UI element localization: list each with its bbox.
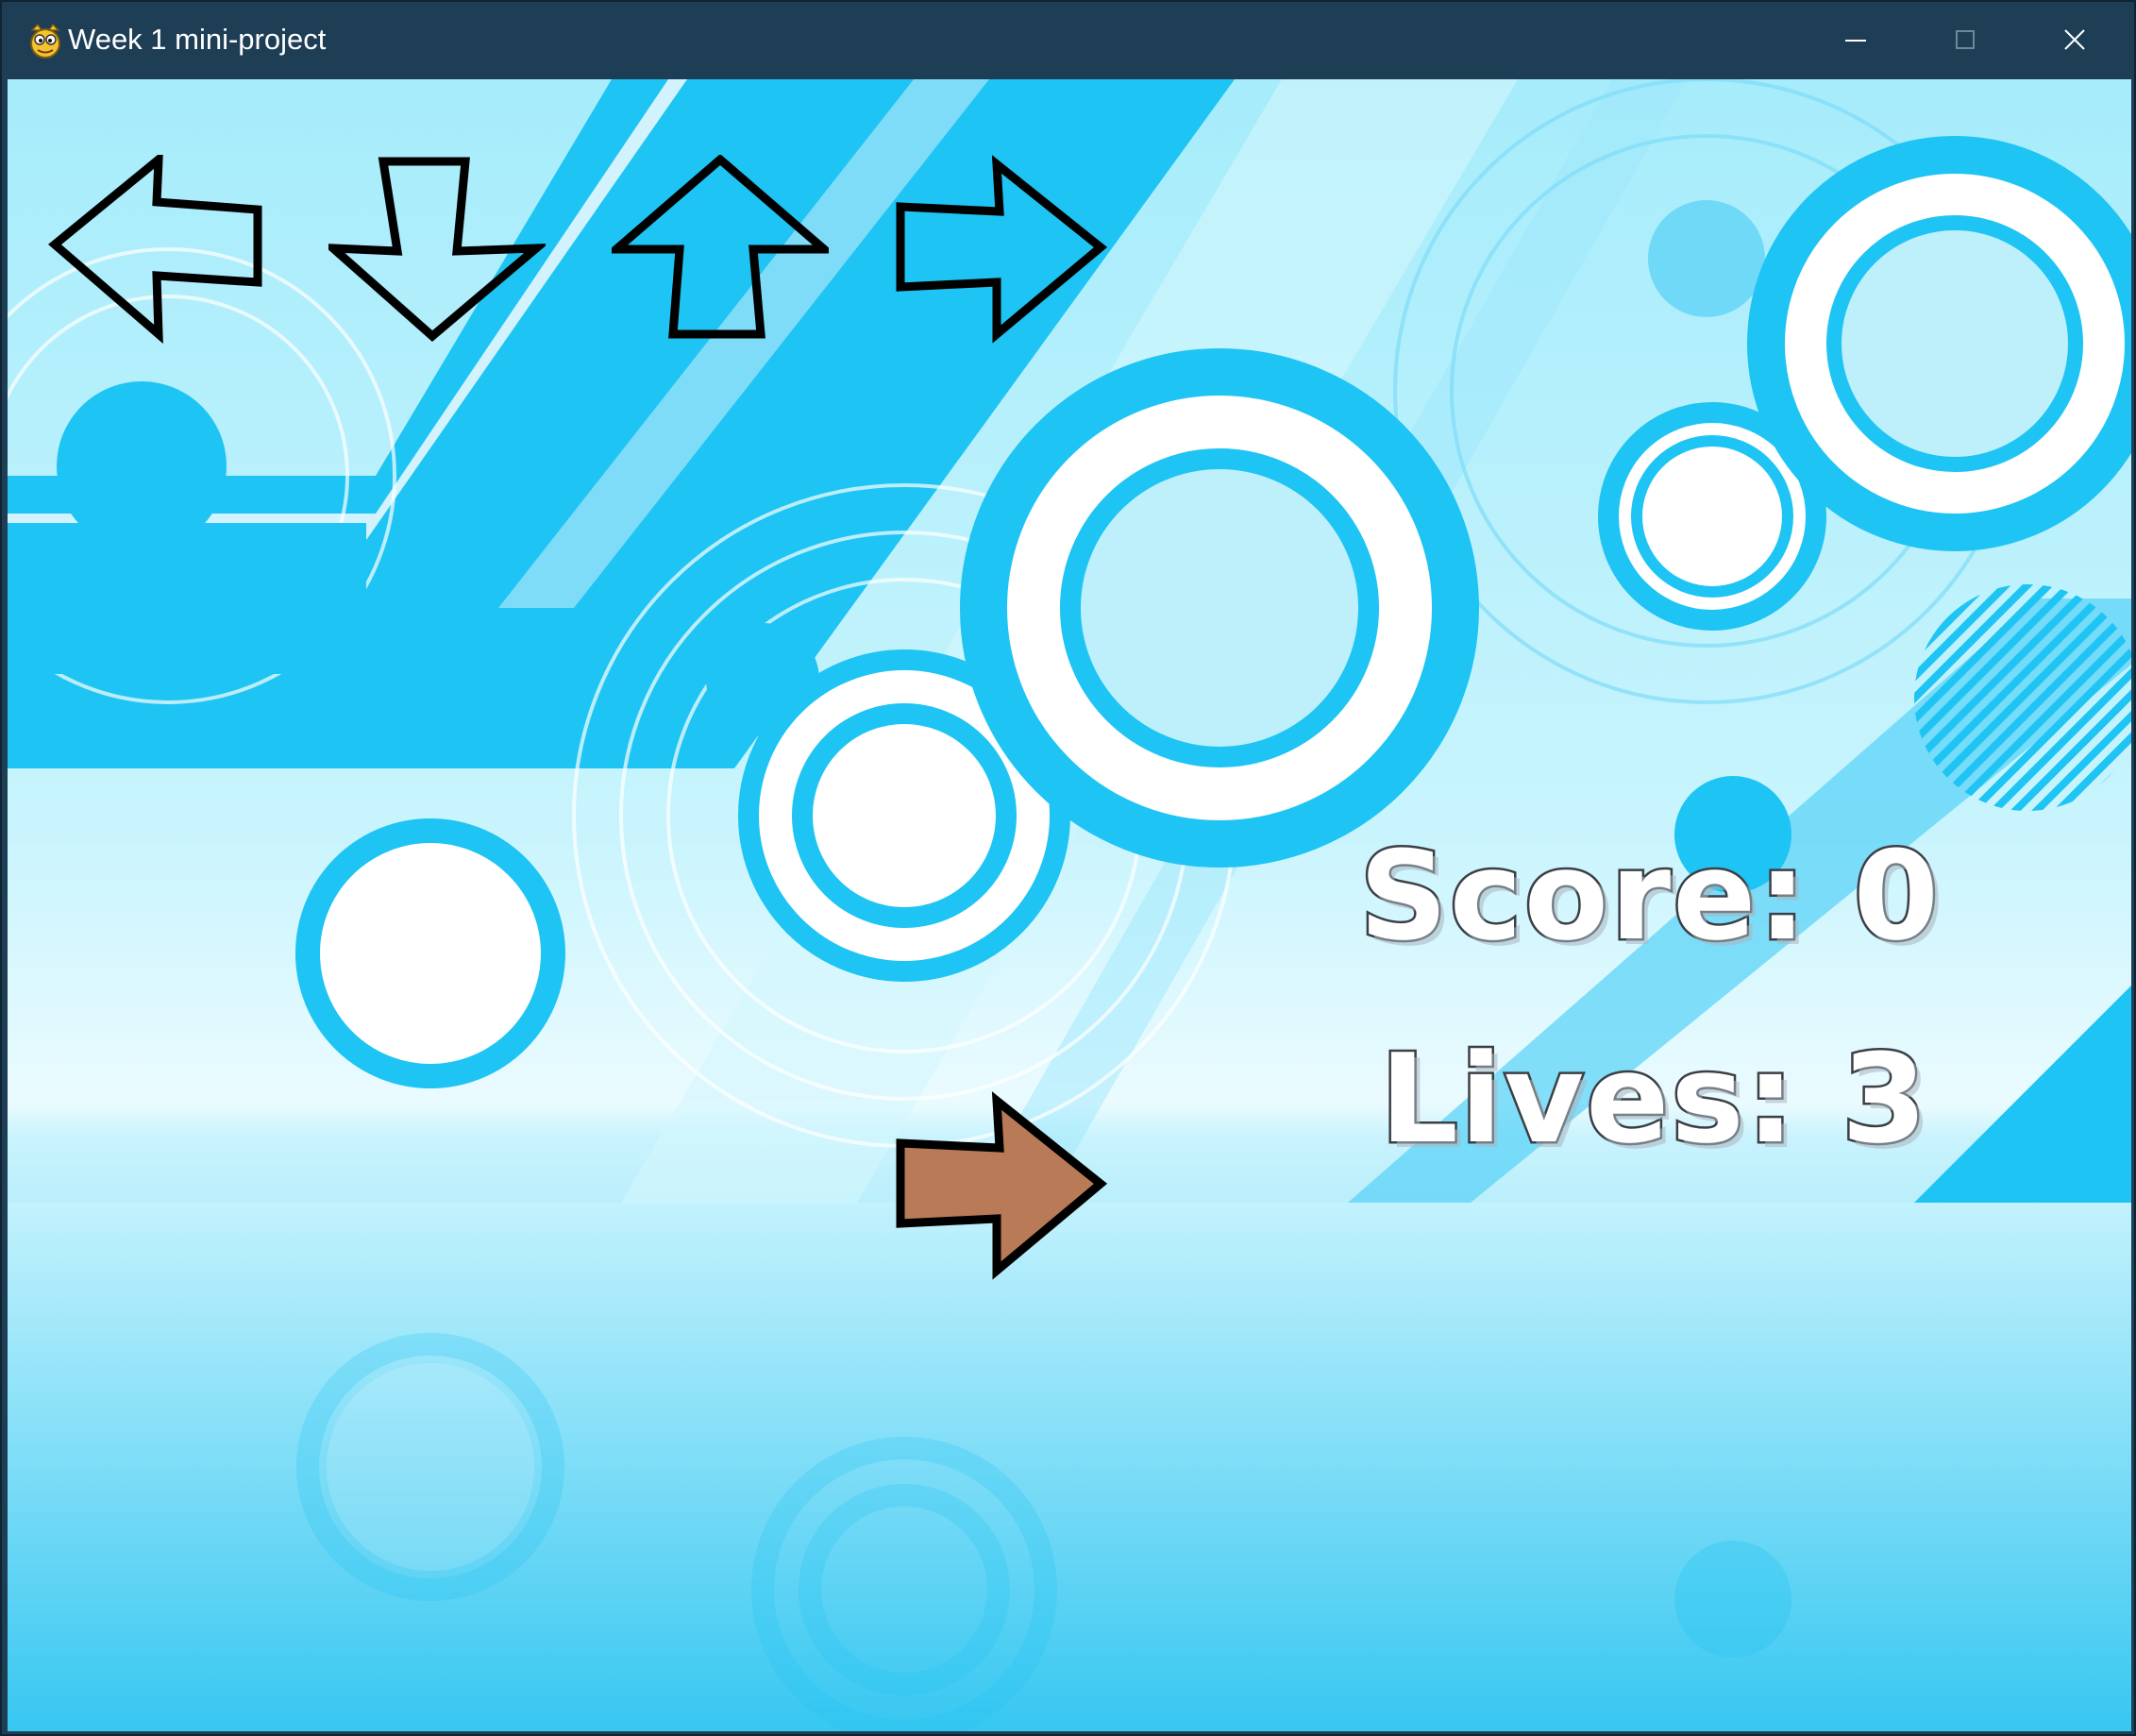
target-left-arrow <box>48 155 262 344</box>
score-display: Score: 0 <box>1357 823 1942 969</box>
game-canvas[interactable]: Score: 0 Lives: 3 <box>8 79 2131 1731</box>
minimize-icon <box>1845 40 1866 42</box>
falling-right-arrow <box>896 1091 1108 1280</box>
maximize-button[interactable] <box>1911 2 2020 77</box>
maximize-icon <box>1956 30 1975 49</box>
target-down-arrow <box>328 157 546 342</box>
pygame-snake-icon <box>26 21 64 60</box>
minimize-button[interactable] <box>1802 2 1910 77</box>
close-button[interactable] <box>2021 2 2129 77</box>
lives-display: Lives: 3 <box>1377 1026 1929 1172</box>
target-right-arrow <box>896 155 1108 344</box>
title-bar[interactable]: Week 1 mini-project <box>2 2 2134 77</box>
close-icon <box>2064 29 2085 50</box>
target-up-arrow <box>612 155 829 339</box>
game-window: Week 1 mini-project Score: 0 Lives: 3 <box>0 0 2136 1736</box>
window-title: Week 1 mini-project <box>68 23 327 56</box>
